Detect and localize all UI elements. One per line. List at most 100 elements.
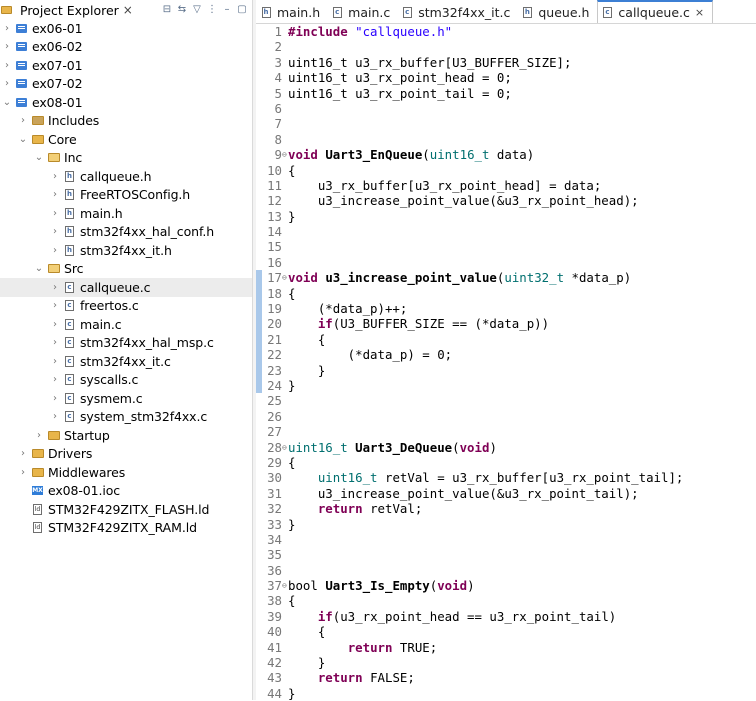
tree-item-label: stm32f4xx_it.c bbox=[80, 353, 171, 369]
code-token: Uart3_DeQueue bbox=[355, 439, 453, 455]
tree-item[interactable]: › c stm32f4xx_hal_msp.c bbox=[0, 334, 252, 353]
code-token: (u3_rx_point_head == u3_rx_point_tail) bbox=[332, 608, 617, 624]
code-token: (*data_p) = 0; bbox=[288, 347, 453, 363]
tree-item[interactable]: › c syscalls.c bbox=[0, 371, 252, 390]
code-line: 16 bbox=[256, 255, 756, 270]
code-line: 25 bbox=[256, 393, 756, 408]
chevron-down-icon[interactable]: ⌄ bbox=[18, 134, 28, 145]
chevron-right-icon[interactable]: › bbox=[18, 115, 28, 126]
code-text: } bbox=[288, 363, 325, 378]
tree-item[interactable]: › ex07-02 bbox=[0, 75, 252, 94]
editor-tab-bar: h main.h c main.c c stm32f4xx_it.c h queue.h c ca… bbox=[256, 0, 756, 24]
code-text: return FALSE; bbox=[288, 670, 415, 685]
code-text: #include "callqueue.h" bbox=[288, 24, 452, 39]
line-number: 36 bbox=[267, 562, 282, 578]
maximize-icon[interactable]: ▢ bbox=[236, 2, 248, 16]
c-file-icon: c bbox=[63, 373, 76, 386]
project-explorer-tab[interactable]: Project Explorer × bbox=[0, 2, 133, 18]
chevron-right-icon[interactable]: › bbox=[50, 319, 60, 330]
editor-tab[interactable]: h main.h bbox=[257, 1, 328, 23]
tree-item[interactable]: › c freertos.c bbox=[0, 297, 252, 316]
editor-tab[interactable]: h queue.h bbox=[518, 1, 597, 23]
tree-item-label: Drivers bbox=[48, 446, 93, 462]
chevron-right-icon[interactable]: › bbox=[50, 356, 60, 367]
chevron-right-icon[interactable]: › bbox=[18, 467, 28, 478]
chevron-right-icon[interactable]: › bbox=[50, 208, 60, 219]
tree-item[interactable]: ld STM32F429ZITX_RAM.ld bbox=[0, 519, 252, 538]
code-editor: h main.h c main.c c stm32f4xx_it.c h queue.h c ca… bbox=[256, 0, 756, 701]
editor-tab[interactable]: c main.c bbox=[328, 1, 398, 23]
tree-item[interactable]: ⌄ Inc bbox=[0, 149, 252, 168]
code-line: 17 ⊖ void u3_increase_point_value(uint32_t… bbox=[256, 270, 756, 286]
header-file-icon: h bbox=[63, 244, 76, 257]
tree-item[interactable]: MX ex08-01.ioc bbox=[0, 482, 252, 501]
tree-item[interactable]: › Middlewares bbox=[0, 463, 252, 482]
editor-tab[interactable]: c stm32f4xx_it.c bbox=[398, 1, 518, 23]
tree-item[interactable]: › Drivers bbox=[0, 445, 252, 464]
tree-item[interactable]: ⌄ Core bbox=[0, 130, 252, 149]
tree-item[interactable]: › c system_stm32f4xx.c bbox=[0, 408, 252, 427]
tree-item-label: freertos.c bbox=[80, 298, 139, 314]
link-editor-icon[interactable]: ⇆ bbox=[176, 2, 188, 16]
tree-item[interactable]: › ex07-01 bbox=[0, 56, 252, 75]
tree-item[interactable]: › h callqueue.h bbox=[0, 167, 252, 186]
code-token: uint16_t bbox=[317, 470, 378, 486]
tree-item-label: ex08-01.ioc bbox=[48, 483, 121, 499]
tree-item[interactable]: › ex06-02 bbox=[0, 38, 252, 57]
close-icon[interactable]: × bbox=[123, 3, 133, 17]
tree-item-label: stm32f4xx_it.h bbox=[80, 242, 172, 258]
code-text: void u3_increase_point_value(uint32_t *d… bbox=[288, 270, 631, 285]
chevron-down-icon[interactable]: ⌄ bbox=[34, 263, 44, 274]
minimize-icon[interactable]: – bbox=[221, 2, 233, 16]
tree-item[interactable]: › c sysmem.c bbox=[0, 389, 252, 408]
chevron-right-icon[interactable]: › bbox=[50, 300, 60, 311]
tree-item[interactable]: › c stm32f4xx_it.c bbox=[0, 352, 252, 371]
tree-item[interactable]: › h stm32f4xx_it.h bbox=[0, 241, 252, 260]
code-token: uint32_t bbox=[504, 270, 565, 286]
line-number: 8 bbox=[274, 131, 282, 147]
chevron-right-icon[interactable]: › bbox=[50, 374, 60, 385]
chevron-right-icon[interactable]: › bbox=[2, 23, 12, 34]
chevron-right-icon[interactable]: › bbox=[2, 60, 12, 71]
chevron-right-icon[interactable]: › bbox=[50, 411, 60, 422]
code-text: uint16_t retVal = u3_rx_buffer[u3_rx_poi… bbox=[288, 470, 684, 486]
tree-item[interactable]: › h stm32f4xx_hal_conf.h bbox=[0, 223, 252, 242]
chevron-right-icon[interactable]: › bbox=[50, 245, 60, 256]
editor-tab[interactable]: c callqueue.c × bbox=[597, 0, 714, 23]
chevron-right-icon[interactable]: › bbox=[50, 171, 60, 182]
header-file-icon: h bbox=[63, 188, 76, 201]
chevron-right-icon[interactable]: › bbox=[50, 226, 60, 237]
tree-item[interactable]: › c callqueue.c bbox=[0, 278, 252, 297]
line-number: 7 bbox=[274, 116, 282, 132]
chevron-right-icon[interactable]: › bbox=[50, 189, 60, 200]
close-icon[interactable]: × bbox=[695, 6, 704, 19]
line-number: 20 bbox=[267, 316, 282, 332]
view-menu-icon[interactable]: ⋮ bbox=[206, 2, 218, 16]
tree-item[interactable]: › c main.c bbox=[0, 315, 252, 334]
tree-item[interactable]: › Includes bbox=[0, 112, 252, 131]
tree-item[interactable]: › ex06-01 bbox=[0, 19, 252, 38]
filter-icon[interactable]: ▽ bbox=[191, 2, 203, 16]
code-line: 10 { bbox=[256, 163, 756, 178]
chevron-down-icon[interactable]: ⌄ bbox=[2, 97, 12, 108]
chevron-right-icon[interactable]: › bbox=[50, 337, 60, 348]
chevron-down-icon[interactable]: ⌄ bbox=[34, 152, 44, 163]
chevron-right-icon[interactable]: › bbox=[2, 41, 12, 52]
tree-item[interactable]: ld STM32F429ZITX_FLASH.ld bbox=[0, 500, 252, 519]
collapse-all-icon[interactable]: ⊟ bbox=[161, 2, 173, 16]
code-token: uint16_t bbox=[429, 147, 490, 163]
chevron-right-icon[interactable]: › bbox=[50, 393, 60, 404]
code-line: 5 uint16_t u3_rx_point_tail = 0; bbox=[256, 86, 756, 101]
tree-item[interactable]: ⌄ Src bbox=[0, 260, 252, 279]
tree-item[interactable]: ⌄ ex08-01 bbox=[0, 93, 252, 112]
code-token: uint16_t bbox=[288, 439, 356, 455]
chevron-right-icon[interactable]: › bbox=[50, 282, 60, 293]
chevron-right-icon[interactable]: › bbox=[34, 430, 44, 441]
chevron-right-icon[interactable]: › bbox=[18, 448, 28, 459]
code-area[interactable]: 1 #include "callqueue.h" 2 3 uint16_t u3_rx_… bbox=[256, 24, 756, 701]
tree-item[interactable]: › Startup bbox=[0, 426, 252, 445]
tree-item-label: Startup bbox=[64, 427, 110, 443]
tree-item[interactable]: › h main.h bbox=[0, 204, 252, 223]
tree-item[interactable]: › h FreeRTOSConfig.h bbox=[0, 186, 252, 205]
chevron-right-icon[interactable]: › bbox=[2, 78, 12, 89]
